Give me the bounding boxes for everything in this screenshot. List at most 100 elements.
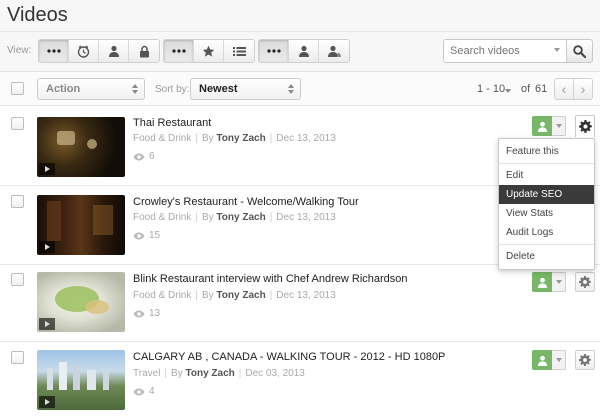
select-all-checkbox[interactable] <box>11 82 24 95</box>
row-checkbox[interactable] <box>11 351 24 364</box>
menu-item-delete[interactable]: Delete <box>499 247 594 266</box>
video-title[interactable]: Thai Restaurant <box>133 117 211 129</box>
video-thumbnail[interactable] <box>37 117 125 177</box>
video-title[interactable]: Blink Restaurant interview with Chef And… <box>133 273 408 285</box>
video-category: Food & Drink <box>133 212 192 223</box>
video-title[interactable]: CALGARY AB , CANADA - WALKING TOUR - 201… <box>133 351 445 363</box>
view-count: 15 <box>149 230 161 241</box>
thumbnail-scene <box>103 372 109 390</box>
owner-user-button[interactable] <box>289 40 319 62</box>
sort-select-value: Newest <box>199 83 238 95</box>
row-checkbox[interactable] <box>11 195 24 208</box>
search-button[interactable] <box>566 39 593 63</box>
play-icon <box>39 318 55 330</box>
gear-icon <box>578 120 592 133</box>
view-filter-group-status <box>38 39 160 63</box>
featured-button[interactable] <box>194 40 224 62</box>
owner-user-icon-wrap <box>532 350 552 370</box>
view-filter-group-owner <box>258 39 350 63</box>
video-row: Blink Restaurant interview with Chef And… <box>0 265 600 342</box>
thumbnail-scene <box>87 370 96 390</box>
video-views: 6 <box>133 151 155 162</box>
view-filter-group-featured <box>163 39 255 63</box>
owner-dropdown-caret[interactable] <box>552 116 566 136</box>
eye-icon <box>133 388 145 395</box>
featured-all-button[interactable] <box>164 40 194 62</box>
sort-select-arrows <box>288 84 294 94</box>
thumbnail-scene <box>73 366 80 390</box>
next-page-button[interactable]: › <box>573 78 593 100</box>
video-by: By <box>201 212 214 223</box>
star-icon <box>202 45 215 57</box>
settings-button[interactable] <box>575 272 595 292</box>
list-view-button[interactable] <box>224 40 254 62</box>
video-date: Dec 03, 2013 <box>245 368 305 379</box>
menu-item-audit-logs[interactable]: Audit Logs <box>499 223 594 242</box>
video-views: 13 <box>133 308 160 319</box>
video-thumbnail[interactable] <box>37 195 125 255</box>
prev-page-button[interactable]: ‹ <box>554 78 574 100</box>
video-thumbnail[interactable] <box>37 272 125 332</box>
view-recent-button[interactable] <box>69 40 99 62</box>
search-dropdown-caret[interactable] <box>554 48 560 52</box>
view-mine-button[interactable] <box>99 40 129 62</box>
owner-button[interactable] <box>532 272 566 292</box>
video-author[interactable]: Tony Zach <box>185 368 234 379</box>
menu-item-view-stats[interactable]: View Stats <box>499 204 594 223</box>
video-author[interactable]: Tony Zach <box>216 133 265 144</box>
menu-item-edit[interactable]: Edit <box>499 166 594 185</box>
row-checkbox[interactable] <box>11 117 24 130</box>
owner-user-icon-wrap <box>532 272 552 292</box>
menu-item-feature[interactable]: Feature this <box>499 142 594 161</box>
video-meta: Food & Drink | By Tony Zach | Dec 13, 2013 <box>133 290 336 301</box>
video-thumbnail[interactable] <box>37 350 125 410</box>
settings-button[interactable] <box>575 115 595 137</box>
view-label: View: <box>7 45 32 56</box>
settings-button[interactable] <box>575 350 595 370</box>
gear-icon <box>579 354 591 366</box>
view-all-button[interactable] <box>39 40 69 62</box>
video-views: 15 <box>133 230 160 241</box>
view-private-button[interactable] <box>129 40 159 62</box>
owner-user-icon-wrap <box>532 116 552 136</box>
action-select[interactable]: Action <box>37 78 145 100</box>
pager-total: 61 <box>535 83 548 95</box>
video-date: Dec 13, 2013 <box>276 212 336 223</box>
pager-range[interactable]: 1 - 10 <box>477 83 505 95</box>
search-icon <box>573 44 586 58</box>
thumbnail-scene <box>85 300 109 314</box>
menu-divider <box>499 163 594 164</box>
pager-range-caret[interactable] <box>505 89 511 93</box>
owner-users-button[interactable] <box>319 40 349 62</box>
pager-of-label: of <box>521 83 531 95</box>
search-field[interactable] <box>443 39 567 63</box>
eye-icon <box>133 232 145 239</box>
user-icon <box>537 121 547 132</box>
video-row: CALGARY AB , CANADA - WALKING TOUR - 201… <box>0 342 600 419</box>
more-icon <box>46 49 61 53</box>
video-by: By <box>201 290 214 301</box>
action-select-label: Action <box>46 83 81 95</box>
view-count: 6 <box>149 151 155 162</box>
video-author[interactable]: Tony Zach <box>216 290 265 301</box>
action-select-arrows <box>132 84 138 94</box>
user-icon <box>537 355 547 366</box>
eye-icon <box>133 310 145 317</box>
owner-button[interactable] <box>532 116 566 136</box>
view-count: 13 <box>149 308 161 319</box>
video-meta: Food & Drink | By Tony Zach | Dec 13, 2013 <box>133 133 336 144</box>
owner-button[interactable] <box>532 350 566 370</box>
menu-item-update-seo[interactable]: Update SEO <box>499 185 594 204</box>
row-checkbox[interactable] <box>11 273 24 286</box>
more-icon <box>171 49 186 53</box>
search-input[interactable] <box>444 40 544 62</box>
sort-select[interactable]: Newest <box>190 78 301 100</box>
page-title: Videos <box>7 4 68 26</box>
owner-all-button[interactable] <box>259 40 289 62</box>
owner-dropdown-caret[interactable] <box>552 272 566 292</box>
owner-dropdown-caret[interactable] <box>552 350 566 370</box>
thumbnail-scene <box>93 205 113 235</box>
video-author[interactable]: Tony Zach <box>216 212 265 223</box>
more-icon <box>266 49 281 53</box>
video-title[interactable]: Crowley's Restaurant - Welcome/Walking T… <box>133 196 359 208</box>
